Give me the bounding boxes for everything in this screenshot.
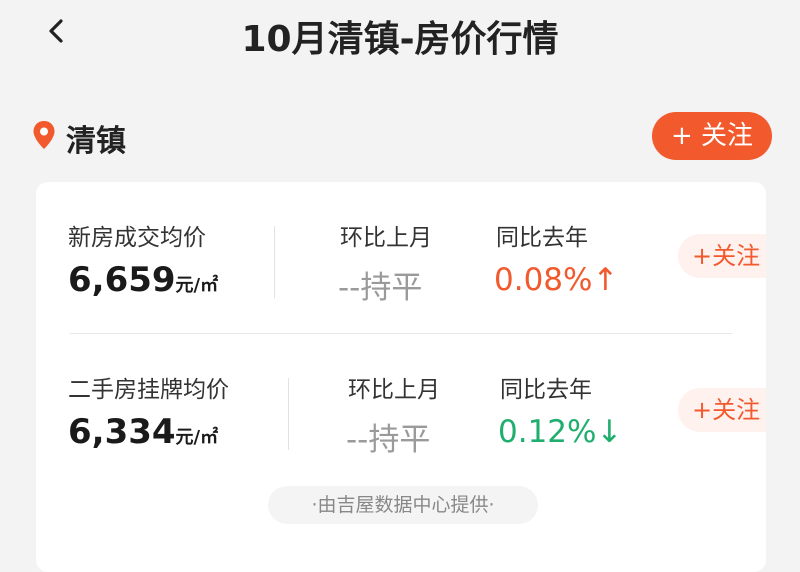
new-house-price-unit: 元/㎡ (175, 275, 219, 296)
new-house-price-value: 6,659 (68, 260, 176, 300)
second-hand-price-unit: 元/㎡ (175, 427, 219, 448)
column-divider (288, 378, 289, 450)
second-hand-price-value: 6,334 (68, 412, 176, 452)
new-house-mom-label: 环比上月 (340, 225, 432, 251)
column-divider (274, 226, 275, 298)
second-hand-price: 6,334元/㎡ (68, 412, 218, 452)
second-hand-yoy-value: 0.12%↓ (498, 414, 623, 450)
new-house-row: 新房成交均价 6,659元/㎡ 环比上月 --持平 同比去年 0.08%↑ +关… (36, 182, 766, 332)
new-house-mom-value: --持平 (338, 270, 423, 306)
second-hand-row: 二手房挂牌均价 6,334元/㎡ 环比上月 --持平 同比去年 0.12%↓ +… (36, 334, 766, 484)
data-source-note: ·由吉屋数据中心提供· (268, 486, 538, 524)
map-pin-icon (33, 121, 55, 149)
new-house-follow-button[interactable]: +关注 (678, 234, 766, 278)
new-house-label: 新房成交均价 (68, 225, 206, 251)
location-row: 清镇 + 关注 (28, 108, 772, 164)
second-hand-yoy-label: 同比去年 (500, 377, 592, 403)
new-house-yoy-label: 同比去年 (496, 225, 588, 251)
page-title: 10月清镇-房价行情 (241, 19, 559, 60)
second-hand-follow-button[interactable]: +关注 (678, 388, 766, 432)
location-name: 清镇 (66, 124, 126, 159)
second-hand-label: 二手房挂牌均价 (68, 377, 229, 403)
price-card: 新房成交均价 6,659元/㎡ 环比上月 --持平 同比去年 0.08%↑ +关… (36, 182, 766, 572)
follow-location-button[interactable]: + 关注 (652, 112, 772, 160)
new-house-yoy-value: 0.08%↑ (494, 262, 619, 298)
second-hand-mom-value: --持平 (346, 422, 431, 458)
new-house-price: 6,659元/㎡ (68, 260, 218, 300)
second-hand-mom-label: 环比上月 (348, 377, 440, 403)
header-bar: 10月清镇-房价行情 (0, 0, 800, 66)
